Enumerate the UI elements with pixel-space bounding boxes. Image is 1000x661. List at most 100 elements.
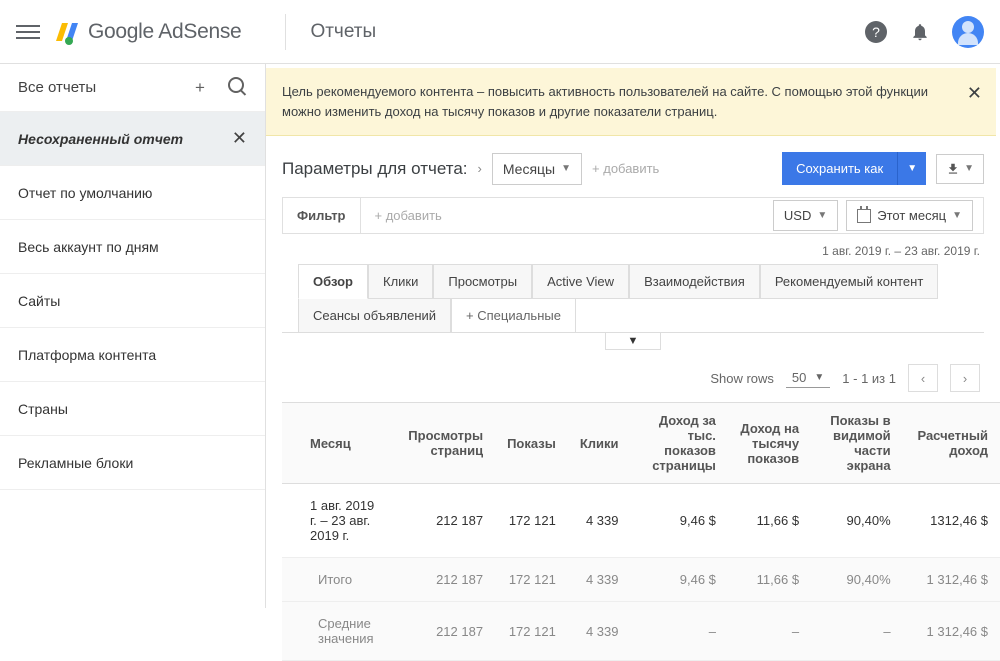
dimension-label: Месяцы [503,161,555,177]
column-header[interactable]: Показы [495,403,568,484]
prev-page-button[interactable]: ‹ [908,364,938,392]
rows-per-page-dropdown[interactable]: 50 ▼ [786,368,830,388]
chevron-down-icon: ▼ [952,210,962,221]
row-label: 1 авг. 2019 г. – 23 авг. 2019 г. [282,484,393,558]
sidebar-item-label: Сайты [18,293,60,309]
sidebar-header: Все отчеты + [0,64,265,112]
chevron-down-icon: ▼ [561,163,571,174]
column-header[interactable]: Просмотры страниц [393,403,495,484]
filter-label: Фильтр [283,198,361,233]
tab[interactable]: Клики [368,264,433,299]
cell: 90,40% [811,558,903,602]
tab[interactable]: Обзор [298,264,368,299]
column-header[interactable]: Показы в видимой части экрана [811,403,903,484]
content-area: Цель рекомендуемого контента – повысить … [266,64,1000,608]
cell: 1312,46 $ [903,484,1000,558]
app-header: Google AdSense Отчеты ? [0,0,1000,64]
brand-logo[interactable]: Google AdSense [56,19,241,45]
user-avatar[interactable] [952,16,984,48]
filter-add-input[interactable]: + добавить [361,198,773,233]
sidebar-item[interactable]: Страны [0,382,265,436]
table-row: Средние значения212 187172 1214 339–––1 … [282,602,1000,661]
close-icon[interactable]: ✕ [232,128,247,149]
column-header[interactable]: Расчетный доход [903,403,1000,484]
sidebar-item[interactable]: Несохраненный отчет ✕ [0,112,265,166]
cell: 212 187 [393,558,495,602]
cell: 172 121 [495,484,568,558]
show-rows-label: Show rows [710,371,774,386]
sidebar-item[interactable]: Отчет по умолчанию [0,166,265,220]
add-custom-tab[interactable]: + Специальные [451,298,576,333]
currency-label: USD [784,208,811,223]
calendar-icon [857,209,871,223]
sidebar-item-label: Весь аккаунт по дням [18,239,159,255]
cell: 1 312,46 $ [903,602,1000,661]
row-label: Средние значения [282,602,393,661]
cell: 9,46 $ [631,484,728,558]
cell: – [631,602,728,661]
cell: – [811,602,903,661]
cell: – [728,602,811,661]
banner-text: Цель рекомендуемого контента – повысить … [282,84,928,119]
period-label: Этот месяц [877,208,946,223]
column-header[interactable]: Месяц [282,403,393,484]
sidebar-item[interactable]: Сайты [0,274,265,328]
cell: 172 121 [495,602,568,661]
divider [285,14,286,50]
cell: 4 339 [568,602,631,661]
collapse-toggle[interactable]: ▼ [605,333,662,350]
tab[interactable]: Сеансы объявлений [298,298,451,333]
row-label: Итого [282,558,393,602]
chevron-down-icon: ▼ [964,163,974,174]
cell: 9,46 $ [631,558,728,602]
notifications-icon[interactable] [908,20,932,44]
column-header[interactable]: Доход за тыс. показов страницы [631,403,728,484]
add-dimension-button[interactable]: + добавить [592,161,659,176]
brand-text: Google AdSense [88,20,241,44]
sidebar-item[interactable]: Платформа контента [0,328,265,382]
chevron-right-icon: › [478,161,482,176]
tab[interactable]: Рекомендуемый контент [760,264,938,299]
tab[interactable]: Взаимодействия [629,264,760,299]
close-icon[interactable]: ✕ [967,80,982,107]
next-page-button[interactable]: › [950,364,980,392]
add-report-icon[interactable]: + [189,78,211,98]
currency-dropdown[interactable]: USD ▼ [773,200,838,231]
cell: 212 187 [393,484,495,558]
sidebar-title: Все отчеты [18,79,96,96]
hamburger-menu-icon[interactable] [16,20,40,44]
sidebar-item-label: Несохраненный отчет [18,131,183,147]
chevron-down-icon: ▼ [814,372,824,383]
tab[interactable]: Active View [532,264,629,299]
tab[interactable]: Просмотры [433,264,532,299]
data-table: МесяцПросмотры страницПоказыКликиДоход з… [282,402,1000,661]
adsense-logo-icon [56,19,82,45]
cell: 212 187 [393,602,495,661]
sidebar: Все отчеты + Несохраненный отчет ✕ Отчет п… [0,64,266,608]
column-header[interactable]: Клики [568,403,631,484]
cell: 11,66 $ [728,484,811,558]
column-header[interactable]: Доход на тысячу показов [728,403,811,484]
search-icon[interactable] [225,77,247,98]
sidebar-item-label: Рекламные блоки [18,455,133,471]
table-pager: Show rows 50 ▼ 1 - 1 из 1 ‹ › [266,350,1000,402]
cell: 4 339 [568,484,631,558]
filter-row: Фильтр + добавить USD ▼ Этот месяц ▼ [282,197,984,234]
cell: 90,40% [811,484,903,558]
cell: 11,66 $ [728,558,811,602]
sidebar-item-label: Отчет по умолчанию [18,185,152,201]
date-period-dropdown[interactable]: Этот месяц ▼ [846,200,973,231]
sidebar-item[interactable]: Весь аккаунт по дням [0,220,265,274]
page-range: 1 - 1 из 1 [842,371,896,386]
tabs-row: ОбзорКликиПросмотрыActive ViewВзаимодейс… [298,264,968,332]
date-range-text: 1 авг. 2019 г. – 23 авг. 2019 г. [266,244,1000,264]
chevron-down-icon: ▼ [817,210,827,221]
download-button[interactable]: ▼ [936,154,984,184]
table-row: Итого212 187172 1214 3399,46 $11,66 $90,… [282,558,1000,602]
sidebar-item[interactable]: Рекламные блоки [0,436,265,490]
cell: 172 121 [495,558,568,602]
help-icon[interactable]: ? [864,20,888,44]
save-as-dropdown-button[interactable]: ▼ [897,152,926,185]
save-as-button[interactable]: Сохранить как [782,152,897,185]
dimension-dropdown[interactable]: Месяцы ▼ [492,153,582,185]
